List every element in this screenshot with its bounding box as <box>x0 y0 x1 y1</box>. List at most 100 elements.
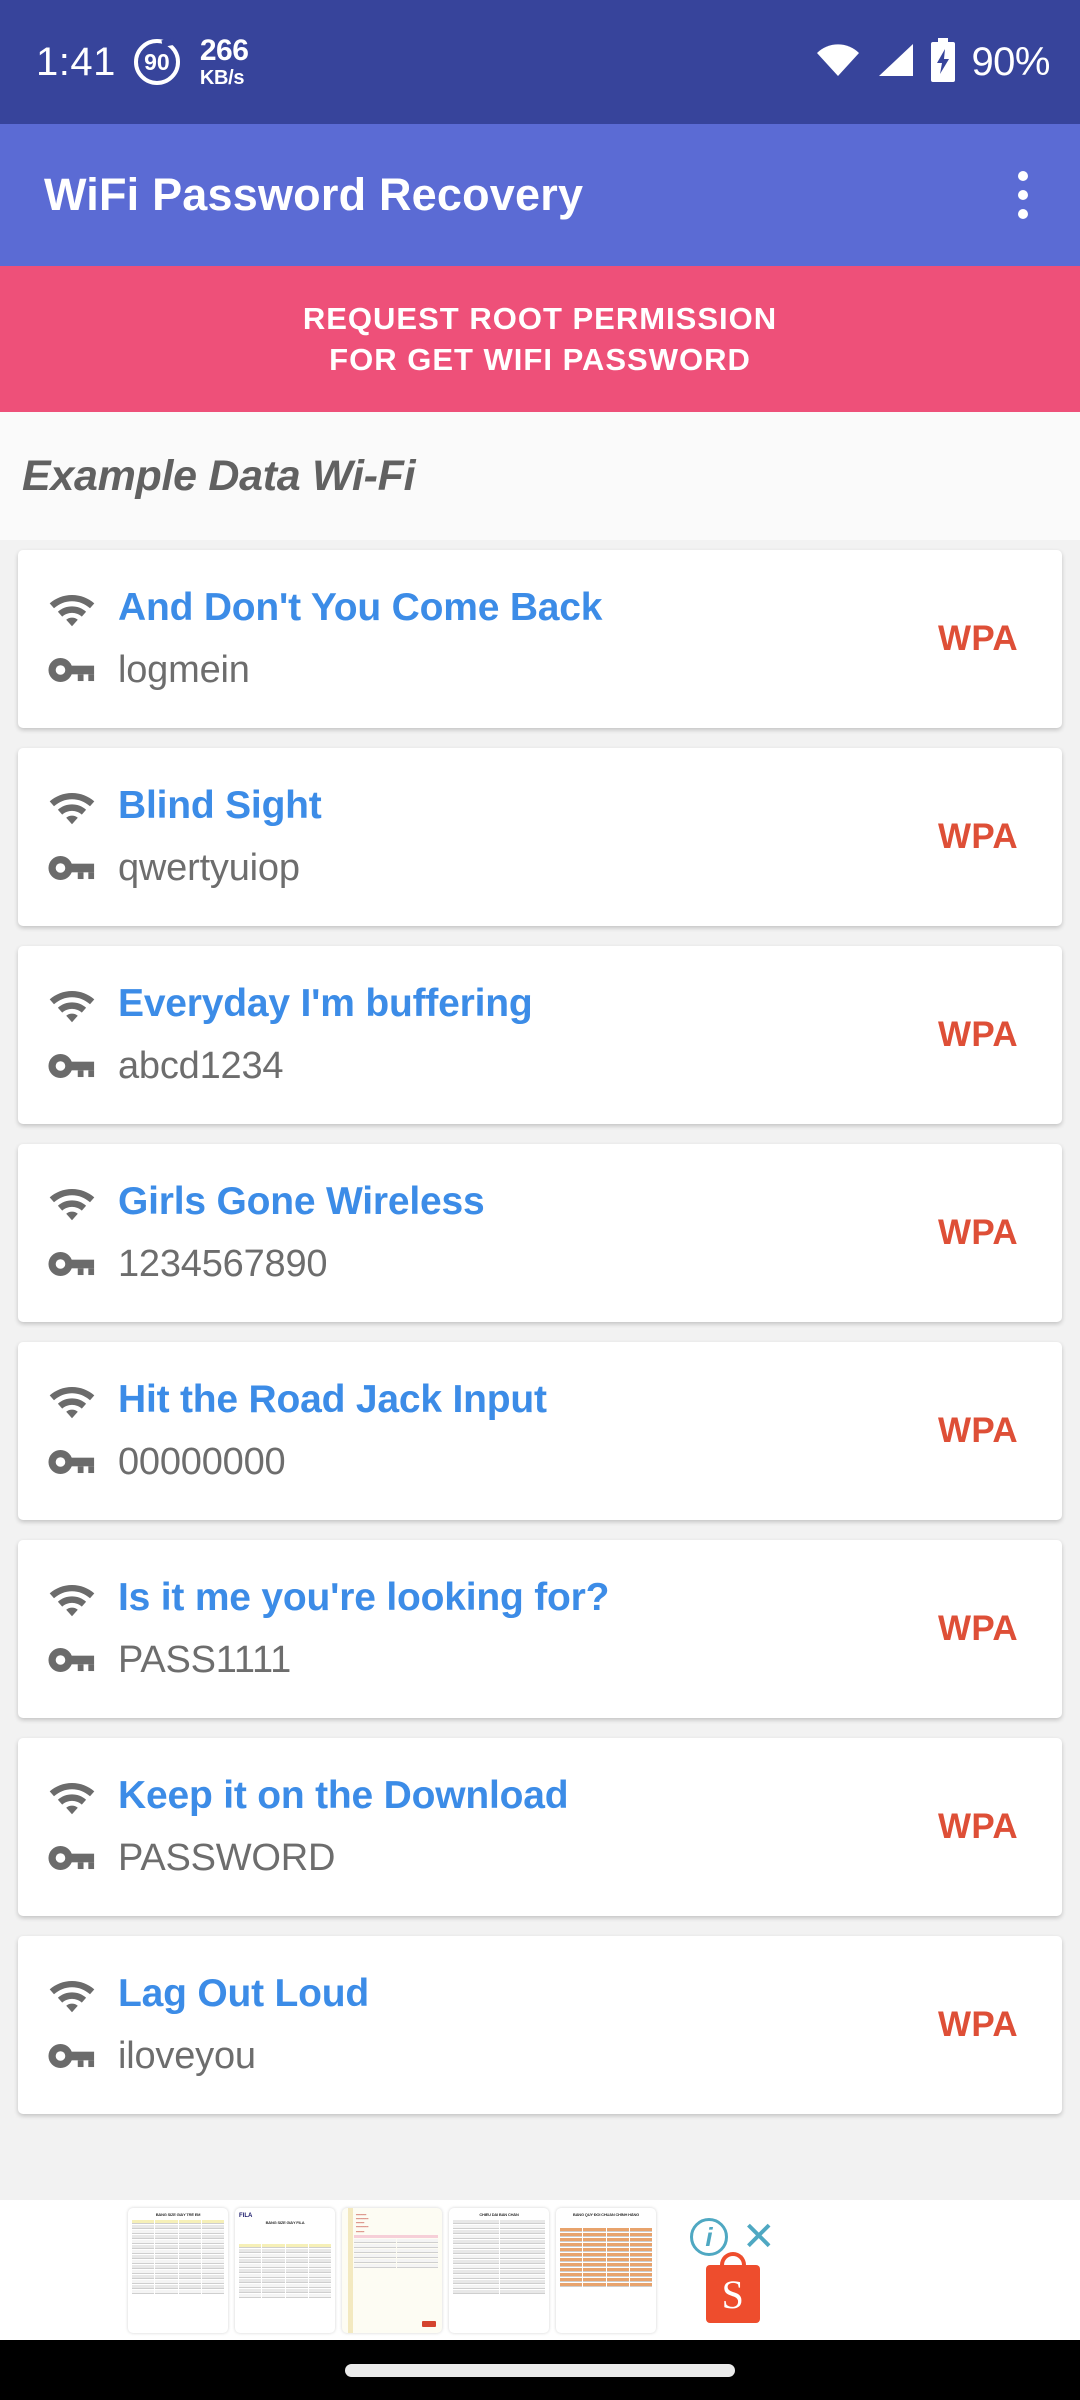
status-bar-right: 90% <box>815 37 1050 87</box>
ad-thumbnail[interactable]: FILA BẢNG SIZE GIÀY FILA <box>235 2207 335 2333</box>
battery-charging-icon <box>929 37 957 87</box>
wifi-password-row: PASS1111 <box>48 1636 938 1684</box>
wifi-security-badge: WPA <box>938 1609 1018 1648</box>
cellular-signal-icon <box>875 42 915 83</box>
phone-screen: 1:41 90 266 KB/s 90% WiFi Password Recov… <box>0 0 1080 2400</box>
ad-info-icon[interactable]: i <box>690 2218 728 2256</box>
wifi-password-row: abcd1234 <box>48 1042 938 1090</box>
status-bar-left: 1:41 90 266 KB/s <box>36 34 249 89</box>
wifi-password-row: logmein <box>48 646 938 694</box>
ad-controls: i ✕ S <box>690 2217 776 2323</box>
wifi-password: qwertyuiop <box>118 846 300 889</box>
wifi-ssid-row: Lag Out Loud <box>48 1970 938 2018</box>
ad-thumbnail[interactable]: BẢNG QUY ĐỔI CHUẨN CHÍNH HÃNG <box>556 2207 656 2333</box>
ad-thumbnail[interactable]: BẢNG SIZE GIÀY TRẺ EM <box>128 2207 228 2333</box>
wifi-security-badge: WPA <box>938 1807 1018 1846</box>
wifi-ssid-row: Keep it on the Download <box>48 1772 938 1820</box>
key-icon <box>48 646 96 694</box>
wifi-card[interactable]: Lag Out Loud iloveyou WPA <box>18 1936 1062 2114</box>
root-banner-line2: FOR GET WIFI PASSWORD <box>329 342 751 377</box>
wifi-card[interactable]: Hit the Road Jack Input 00000000 WPA <box>18 1342 1062 1520</box>
wifi-password: PASS1111 <box>118 1638 292 1681</box>
ad-thumbnail-sidebar <box>348 2207 353 2333</box>
advertiser-logo-icon[interactable]: S <box>705 2265 760 2323</box>
wifi-security-badge: WPA <box>938 1213 1018 1252</box>
key-icon <box>48 2032 96 2080</box>
ad-banner[interactable]: BẢNG SIZE GIÀY TRẺ EM FILA BẢNG SIZE GIÀ… <box>0 2200 1080 2340</box>
overflow-menu-icon[interactable] <box>1002 157 1044 233</box>
ad-thumbnail-title: BẢNG SIZE GIÀY TRẺ EM <box>155 2212 201 2217</box>
key-icon <box>48 1438 96 1486</box>
wifi-password: 00000000 <box>118 1440 286 1483</box>
overflow-dot <box>1018 190 1028 200</box>
ad-thumbnail[interactable]: ━━━━━ ━━━━━━ ━━━━ ━━━━━━ ━━━━ <box>342 2207 442 2333</box>
wifi-ssid: Keep it on the Download <box>118 1774 569 1817</box>
request-root-permission-button[interactable]: REQUEST ROOT PERMISSION FOR GET WIFI PAS… <box>0 266 1080 412</box>
status-bar: 1:41 90 266 KB/s 90% <box>0 0 1080 124</box>
key-icon <box>48 1834 96 1882</box>
wifi-ssid-row: Is it me you're looking for? <box>48 1574 938 1622</box>
ad-thumbnail[interactable]: CHIỀU DÀI BÀN CHÂN <box>449 2207 549 2333</box>
wifi-card-body: Keep it on the Download PASSWORD <box>18 1772 938 1882</box>
ad-thumbnails[interactable]: BẢNG SIZE GIÀY TRẺ EM FILA BẢNG SIZE GIÀ… <box>128 2207 656 2333</box>
wifi-security-badge: WPA <box>938 619 1018 658</box>
wifi-ssid-row: Girls Gone Wireless <box>48 1178 938 1226</box>
wifi-icon <box>48 584 96 632</box>
ad-thumbnail-table <box>239 2243 331 2328</box>
wifi-ssid: Lag Out Loud <box>118 1972 370 2015</box>
wifi-card-body: And Don't You Come Back logmein <box>18 584 938 694</box>
wifi-card[interactable]: Keep it on the Download PASSWORD WPA <box>18 1738 1062 1916</box>
wifi-card[interactable]: Girls Gone Wireless 1234567890 WPA <box>18 1144 1062 1322</box>
wifi-icon <box>48 782 96 830</box>
wifi-card-body: Girls Gone Wireless 1234567890 <box>18 1178 938 1288</box>
network-speed-value: 266 <box>199 34 249 67</box>
ad-thumbnail-cta <box>422 2320 436 2327</box>
wifi-ssid: And Don't You Come Back <box>118 586 603 629</box>
wifi-card-body: Is it me you're looking for? PASS1111 <box>18 1574 938 1684</box>
ad-thumbnail-text: ━━━━━ ━━━━━━ ━━━━ ━━━━━━ ━━━━ <box>356 2212 369 2234</box>
refresh-rate-icon: 90 <box>133 39 180 85</box>
wifi-card[interactable]: And Don't You Come Back logmein WPA <box>18 550 1062 728</box>
wifi-icon <box>815 42 861 83</box>
wifi-ssid: Everyday I'm buffering <box>118 982 533 1025</box>
ad-close-icon[interactable]: ✕ <box>742 2217 776 2257</box>
wifi-icon <box>48 1970 96 2018</box>
wifi-icon <box>48 1178 96 1226</box>
ad-thumbnail-brand: FILA <box>239 2212 253 2219</box>
section-header: Example Data Wi-Fi <box>0 412 1080 540</box>
wifi-card-body: Everyday I'm buffering abcd1234 <box>18 980 938 1090</box>
wifi-password-row: iloveyou <box>48 2032 938 2080</box>
wifi-card[interactable]: Everyday I'm buffering abcd1234 WPA <box>18 946 1062 1124</box>
key-icon <box>48 1240 96 1288</box>
wifi-card-body: Hit the Road Jack Input 00000000 <box>18 1376 938 1486</box>
overflow-dot <box>1018 209 1028 219</box>
wifi-password-row: PASSWORD <box>48 1834 938 1882</box>
wifi-ssid-row: And Don't You Come Back <box>48 584 938 632</box>
wifi-list[interactable]: And Don't You Come Back logmein WPA Blind S… <box>0 540 1080 2200</box>
wifi-card[interactable]: Is it me you're looking for? PASS1111 WPA <box>18 1540 1062 1718</box>
network-speed-indicator: 266 KB/s <box>199 34 249 89</box>
home-gesture-pill[interactable] <box>345 2363 735 2377</box>
wifi-password: logmein <box>118 648 250 691</box>
wifi-ssid: Girls Gone Wireless <box>118 1180 485 1223</box>
wifi-ssid-row: Everyday I'm buffering <box>48 980 938 1028</box>
wifi-card[interactable]: Blind Sight qwertyuiop WPA <box>18 748 1062 926</box>
wifi-icon <box>48 1574 96 1622</box>
section-title: Example Data Wi-Fi <box>22 451 416 500</box>
key-icon <box>48 844 96 892</box>
ad-controls-row: i ✕ <box>690 2217 776 2257</box>
ad-thumbnail-title: BẢNG SIZE GIÀY FILA <box>265 2220 305 2225</box>
wifi-password-row: qwertyuiop <box>48 844 938 892</box>
key-icon <box>48 1042 96 1090</box>
wifi-ssid: Blind Sight <box>118 784 322 827</box>
root-banner-line1: REQUEST ROOT PERMISSION <box>302 300 778 336</box>
wifi-icon <box>48 980 96 1028</box>
wifi-ssid-row: Blind Sight <box>48 782 938 830</box>
ad-thumbnail-table <box>453 2219 545 2328</box>
wifi-security-badge: WPA <box>938 1015 1018 1054</box>
overflow-dot <box>1018 171 1028 181</box>
status-clock: 1:41 <box>36 40 116 84</box>
network-speed-unit: KB/s <box>199 67 245 89</box>
wifi-security-badge: WPA <box>938 2005 1018 2044</box>
wifi-card-body: Lag Out Loud iloveyou <box>18 1970 938 2080</box>
